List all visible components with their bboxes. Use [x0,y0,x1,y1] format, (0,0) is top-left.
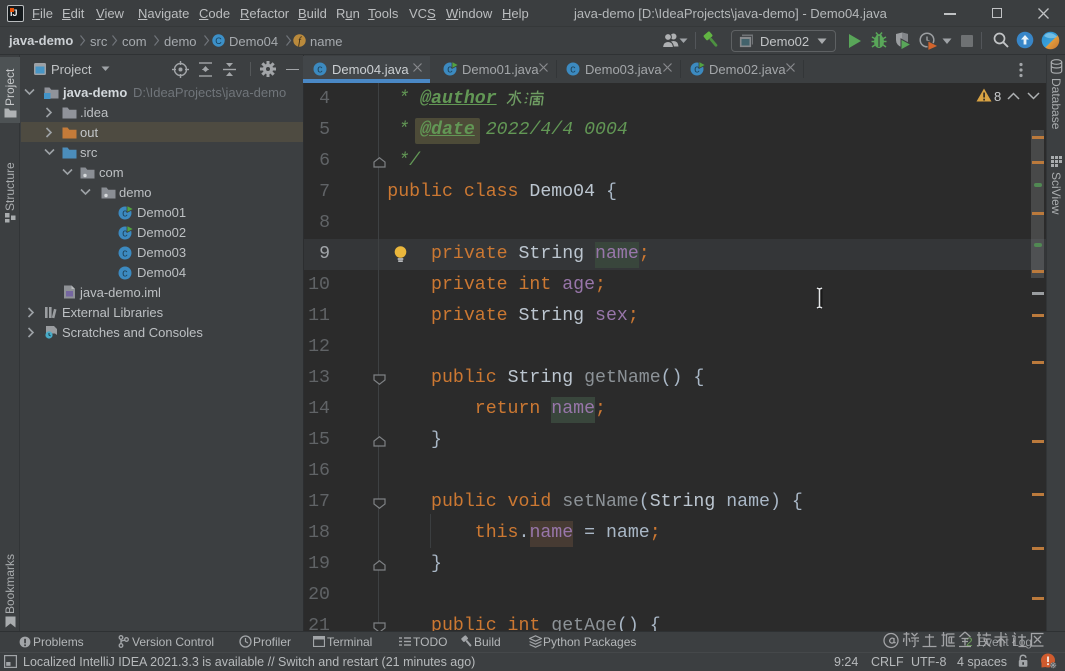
svg-text:C: C [122,269,128,280]
svg-text:C: C [570,65,576,76]
svg-text:C: C [215,36,222,46]
svg-text:C: C [122,249,128,260]
svg-text:C: C [317,65,323,76]
